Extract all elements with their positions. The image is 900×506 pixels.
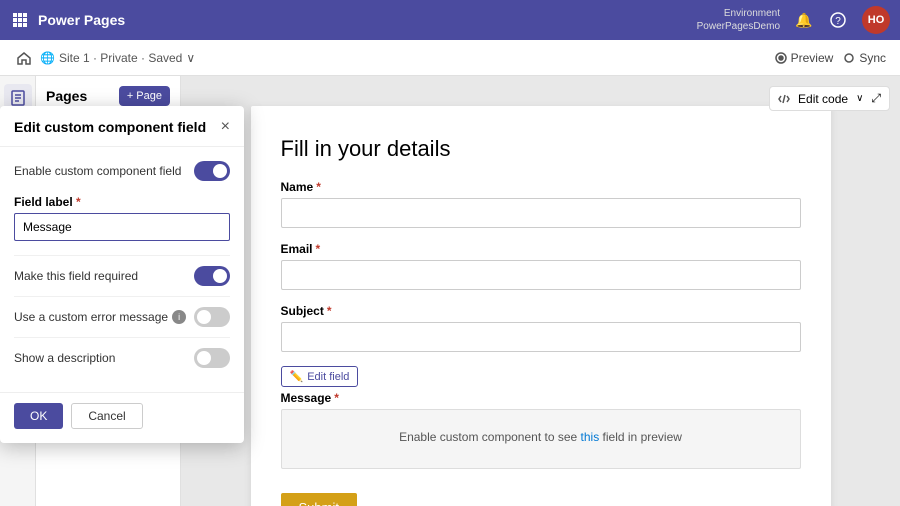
form-group-email: Email * — [281, 242, 801, 290]
modal-body: Enable custom component field Field labe… — [0, 147, 244, 392]
email-label: Email * — [281, 242, 801, 256]
custom-error-toggle[interactable] — [194, 307, 230, 327]
grid-icon[interactable] — [10, 10, 30, 30]
form-group-name: Name * — [281, 180, 801, 228]
form-container: Fill in your details Name * Email * — [251, 106, 831, 506]
make-required-label: Make this field required — [14, 269, 138, 283]
sub-nav-left: 🌐 Site 1 · Private · Saved ∨ — [14, 48, 195, 68]
show-desc-label: Show a description — [14, 351, 115, 365]
modal-header: Edit custom component field × — [0, 106, 244, 147]
preview-button[interactable]: Preview — [775, 51, 834, 65]
avatar[interactable]: HO — [862, 6, 890, 34]
globe-icon: 🌐 — [40, 51, 55, 65]
message-required: * — [334, 391, 339, 405]
edit-component-modal: Edit custom component field × Enable cus… — [0, 106, 244, 443]
name-required: * — [316, 180, 321, 194]
make-required-toggle[interactable] — [194, 266, 230, 286]
modal-close-button[interactable]: × — [221, 118, 230, 136]
enable-row: Enable custom component field — [14, 161, 230, 181]
sub-nav: 🌐 Site 1 · Private · Saved ∨ Preview Syn… — [0, 40, 900, 76]
fullscreen-icon[interactable]: ⤢ — [871, 91, 881, 106]
edit-field-button[interactable]: ✏️ Edit field — [281, 366, 359, 387]
show-desc-toggle[interactable] — [194, 348, 230, 368]
custom-error-label: Use a custom error message i — [14, 310, 186, 324]
pages-panel-title: Pages — [46, 88, 87, 104]
enable-label: Enable custom component field — [14, 164, 181, 178]
edit-code-button[interactable]: Edit code ∨ ⤢ — [769, 86, 890, 111]
modal-footer: OK Cancel — [0, 392, 244, 443]
message-label: Message * — [281, 391, 801, 405]
chevron-expand-icon: ∨ — [856, 93, 863, 104]
custom-error-row: Use a custom error message i — [14, 296, 230, 337]
enable-message: Enable custom component to see this fiel… — [294, 422, 788, 452]
subject-required: * — [327, 304, 332, 318]
subject-label: Subject * — [281, 304, 801, 318]
field-label-heading: Field label * — [14, 195, 230, 209]
field-label-section: Field label * — [14, 195, 230, 241]
name-label: Name * — [281, 180, 801, 194]
make-required-row: Make this field required — [14, 255, 230, 296]
home-icon[interactable] — [14, 48, 34, 68]
subject-input[interactable] — [281, 322, 801, 352]
chevron-down-icon[interactable]: ∨ — [186, 51, 195, 65]
main-layout: Pages + Page Main navigation 🏠 Home › 📄 … — [0, 76, 900, 506]
show-desc-row: Show a description — [14, 337, 230, 378]
this-link[interactable]: this — [581, 430, 600, 444]
top-nav: Power Pages Environment PowerPagesDemo 🔔… — [0, 0, 900, 40]
email-required: * — [316, 242, 321, 256]
add-page-button[interactable]: + Page — [119, 86, 170, 106]
svg-text:?: ? — [835, 16, 841, 27]
pencil-icon: ✏️ — [290, 370, 304, 383]
form-group-subject: Subject * — [281, 304, 801, 352]
field-label-input[interactable] — [14, 213, 230, 241]
submit-button[interactable]: Submit — [281, 493, 357, 506]
pages-panel-header: Pages + Page — [46, 86, 170, 106]
info-icon[interactable]: i — [172, 310, 186, 324]
top-nav-left: Power Pages — [10, 10, 125, 30]
app-name: Power Pages — [38, 12, 125, 28]
message-area: Enable custom component to see this fiel… — [281, 409, 801, 469]
form-group-message: ✏️ Edit field Message * Enable custom co… — [281, 366, 801, 469]
ok-button[interactable]: OK — [14, 403, 63, 429]
email-input[interactable] — [281, 260, 801, 290]
modal-title: Edit custom component field — [14, 119, 206, 135]
field-label-required: * — [76, 195, 81, 209]
sync-button[interactable]: Sync — [843, 51, 886, 65]
top-nav-right: Environment PowerPagesDemo 🔔 ? HO — [697, 6, 890, 34]
help-icon[interactable]: ? — [828, 10, 848, 30]
bell-icon[interactable]: 🔔 — [794, 10, 814, 30]
content-area: Edit code ∨ ⤢ Fill in your details Name … — [181, 76, 900, 506]
site-info: 🌐 Site 1 · Private · Saved ∨ — [40, 51, 195, 65]
name-input[interactable] — [281, 198, 801, 228]
form-title: Fill in your details — [281, 136, 801, 162]
cancel-button[interactable]: Cancel — [71, 403, 142, 429]
enable-toggle[interactable] — [194, 161, 230, 181]
environment-info: Environment PowerPagesDemo — [697, 7, 780, 33]
form-preview: Fill in your details Name * Email * — [251, 106, 831, 506]
sub-nav-right: Preview Sync — [775, 51, 886, 65]
